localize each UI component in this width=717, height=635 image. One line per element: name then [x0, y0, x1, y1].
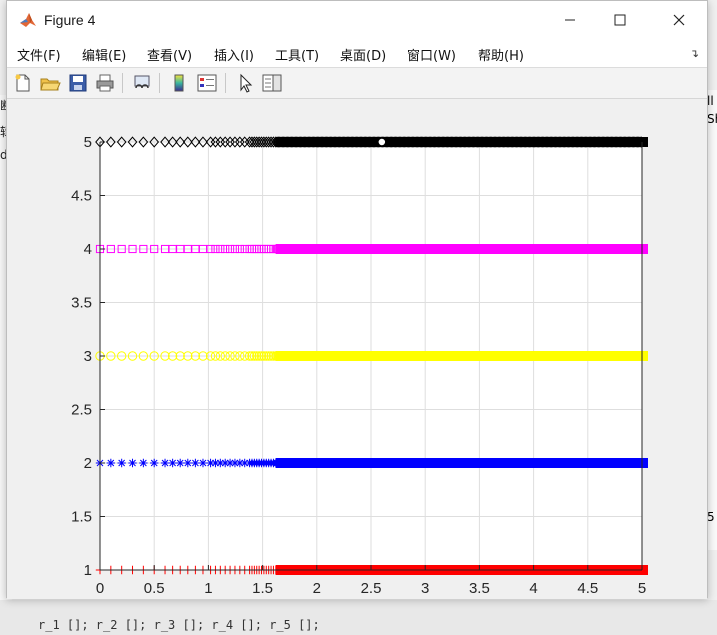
series-dense-band — [275, 137, 648, 147]
close-button[interactable] — [656, 1, 702, 39]
colorbar-icon[interactable] — [168, 72, 190, 94]
toolbar-separator — [122, 73, 123, 93]
data-point — [106, 458, 116, 468]
series-dense-band — [275, 351, 648, 361]
y-tick-label: 2.5 — [71, 402, 92, 419]
pointer-arrow-icon[interactable] — [234, 72, 256, 94]
data-point — [160, 458, 170, 468]
menu-edit[interactable]: 编辑(E) — [82, 45, 126, 64]
y-tick-label: 5 — [84, 134, 92, 151]
data-point — [176, 458, 185, 468]
background-app-right-edge: ll Sh 5 — [707, 90, 717, 550]
y-tick-label: 1 — [84, 562, 92, 579]
background-code-line: r_1 []; r_2 []; r_3 []; r_4 []; r_5 []; — [38, 618, 320, 632]
x-tick-label: 5 — [638, 580, 646, 597]
legend-icon[interactable] — [196, 72, 218, 94]
x-tick-label: 2 — [313, 580, 321, 597]
printer-icon[interactable] — [94, 72, 116, 94]
data-point — [191, 458, 200, 468]
data-point — [168, 458, 177, 468]
menu-view[interactable]: 查看(V) — [147, 45, 192, 64]
menu-desktop[interactable]: 桌面(D) — [340, 45, 386, 64]
menu-help[interactable]: 帮助(H) — [478, 45, 524, 64]
menu-window[interactable]: 窗口(W) — [407, 45, 456, 64]
data-point — [139, 458, 148, 468]
figure-toolbar — [7, 68, 707, 99]
toolbar-separator — [225, 73, 226, 93]
x-tick-label: 0.5 — [144, 580, 165, 597]
menu-bar: 文件(F) 编辑(E) 查看(V) 插入(I) 工具(T) 桌面(D) 窗口(W… — [7, 39, 707, 68]
y-tick-label: 3.5 — [71, 295, 92, 312]
x-tick-label: 2.5 — [361, 580, 382, 597]
datatip-marker — [377, 137, 387, 147]
background-text-fragment: 5 — [707, 510, 715, 524]
series-dense-band — [275, 458, 648, 468]
maximize-button[interactable] — [597, 1, 643, 39]
x-tick-label: 1.5 — [252, 580, 273, 597]
y-tick-label: 4 — [84, 241, 92, 258]
title-bar[interactable]: Figure 4 — [7, 1, 707, 39]
floppy-disk-icon[interactable] — [67, 72, 89, 94]
y-tick-label: 2 — [84, 455, 92, 472]
minimize-button[interactable] — [547, 1, 593, 39]
x-tick-label: 3 — [421, 580, 429, 597]
x-tick-label: 4 — [529, 580, 537, 597]
matlab-logo-icon — [19, 11, 37, 29]
data-point — [117, 458, 126, 468]
minimize-icon — [565, 19, 575, 21]
y-tick-label: 3 — [84, 348, 92, 365]
series-dense-band — [275, 244, 648, 254]
background-text-fragment: ll — [707, 94, 714, 108]
background-text-fragment: Sh — [707, 112, 717, 126]
figure-canvas: 0 0.5 1 1.5 2 2.5 3 3.5 4 4.5 5 1 1.5 2 2.5 3 3.5 4 4.5 5 — [7, 99, 707, 599]
menu-insert[interactable]: 插入(I) — [214, 45, 254, 64]
window-title: Figure 4 — [44, 12, 96, 28]
x-tick-label: 3.5 — [469, 580, 490, 597]
x-tick-label: 0 — [96, 580, 104, 597]
toolbar-separator — [159, 73, 160, 93]
link-plot-icon[interactable] — [131, 72, 153, 94]
folder-open-icon[interactable] — [39, 72, 61, 94]
chevron-right-icon[interactable]: ↴ — [690, 47, 699, 60]
data-point — [183, 458, 193, 468]
menu-file[interactable]: 文件(F) — [17, 45, 61, 64]
close-icon — [673, 14, 685, 26]
y-tick-label: 4.5 — [71, 188, 92, 205]
maximize-icon — [614, 14, 626, 26]
new-file-icon[interactable] — [12, 72, 34, 94]
x-tick-label: 1 — [204, 580, 212, 597]
figure-window: Figure 4 文件(F) 编辑(E) 查看(V) 插入(I) 工具(T) 桌… — [6, 0, 708, 599]
y-tick-label: 1.5 — [71, 509, 92, 526]
x-tick-label: 4.5 — [577, 580, 598, 597]
plot-svg[interactable]: 0 0.5 1 1.5 2 2.5 3 3.5 4 4.5 5 1 1.5 2 2.5 3 3.5 4 4.5 5 — [7, 99, 707, 599]
data-point — [150, 458, 159, 468]
menu-tools[interactable]: 工具(T) — [275, 45, 319, 64]
property-inspector-icon[interactable] — [261, 72, 283, 94]
data-point — [198, 458, 208, 468]
data-point — [128, 458, 137, 468]
